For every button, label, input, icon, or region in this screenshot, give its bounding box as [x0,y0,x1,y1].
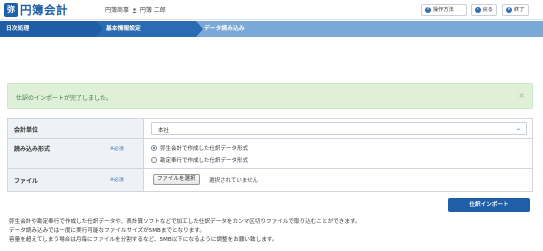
accounting-unit-value: 本社 [158,128,170,134]
exit-button[interactable]: × 終了 [502,4,529,16]
help-button-label: 操作方法 [433,7,454,13]
format-option-label: 弥生会計で作成した仕訳データ形式 [160,146,249,152]
step-breadcrumb: 日次処理 基本情報設定 データ読み込み [0,21,543,37]
success-alert: 仕訳のインポートが完了しました。 × [7,83,533,109]
choose-file-button[interactable]: ファイルを選択 [153,174,200,185]
label-cell: 読み込み形式 ※必須 [8,139,144,168]
format-label: 読み込み形式 [14,146,51,153]
exit-button-label: 終了 [514,7,525,13]
app-logo-icon: 弥 [4,3,18,17]
step-data-import: データ読み込み [204,26,245,32]
form-row-unit: 会計単位 本社 ⌄ [8,119,532,139]
chevron-down-icon: ⌄ [515,125,521,132]
journal-import-button[interactable]: 仕訳インポート [448,198,530,212]
accounting-unit-select[interactable]: 本社 ⌄ [151,122,527,135]
unit-label: 会計単位 [14,127,39,134]
label-cell: ファイル ※必須 [8,169,144,191]
file-status-text: 選択されていません [209,178,259,184]
note-line: 弥生会計や勘定奉行で作成した仕訳データや、表計算ソフトなどで加工した仕訳データを… [9,219,361,225]
tenant-info: 円簿商事 円簿 二郎 [105,5,166,14]
alert-message: 仕訳のインポートが完了しました。 [16,95,113,102]
required-badge: ※必須 [110,178,124,183]
user-name: 円簿 二郎 [139,7,166,14]
form-row-file: ファイル ※必須 ファイルを選択 選択されていません [8,169,532,191]
step-daily-processing[interactable]: 日次処理 [0,21,96,37]
format-option-label: 勘定奉行で作成した仕訳データ形式 [160,158,249,164]
alert-close-icon[interactable]: × [518,91,525,100]
question-icon: ? [425,7,431,13]
required-badge: ※必須 [110,147,124,152]
file-label: ファイル [14,178,39,185]
step-basic-settings[interactable]: 基本情報設定 [96,21,196,37]
label-cell: 会計単位 [8,119,144,138]
format-radio-bugyo[interactable]: 勘定奉行で作成した仕訳データ形式 [151,155,248,165]
back-button[interactable]: ‹ 戻る [471,4,497,16]
import-form: 会計単位 本社 ⌄ 読み込み形式 ※必須 弥生会計で作成した仕訳データ形式 勘定… [7,118,533,192]
back-arrow-icon: ‹ [475,7,481,13]
note-line: データ読み込みでは一度に実行可能なファイルサイズが5MBまでとなります。 [9,228,205,234]
user-icon [132,7,137,13]
tenant-name: 円簿商事 [105,7,130,14]
step-separator [196,21,203,37]
import-notes: 弥生会計や勘定奉行で作成した仕訳データや、表計算ソフトなどで加工した仕訳データを… [9,218,529,245]
note-line: 容量を超えてしまう場合は月毎にファイルを分割するなど、5MB以下になるように調整… [9,237,278,243]
app-logo-text: 円簿会計 [20,3,68,17]
close-icon: × [506,7,512,13]
radio-unselected-icon [151,157,157,163]
help-button[interactable]: ? 操作方法 [421,4,467,16]
back-button-label: 戻る [482,7,493,13]
form-row-format: 読み込み形式 ※必須 弥生会計で作成した仕訳データ形式 勘定奉行で作成した仕訳デ… [8,139,532,169]
step-separator [96,21,103,37]
radio-selected-icon [151,145,157,151]
format-radio-yayoi[interactable]: 弥生会計で作成した仕訳データ形式 [151,143,248,153]
top-header: 弥 円簿会計 円簿商事 円簿 二郎 ? 操作方法 ‹ 戻る × 終了 [0,0,543,20]
